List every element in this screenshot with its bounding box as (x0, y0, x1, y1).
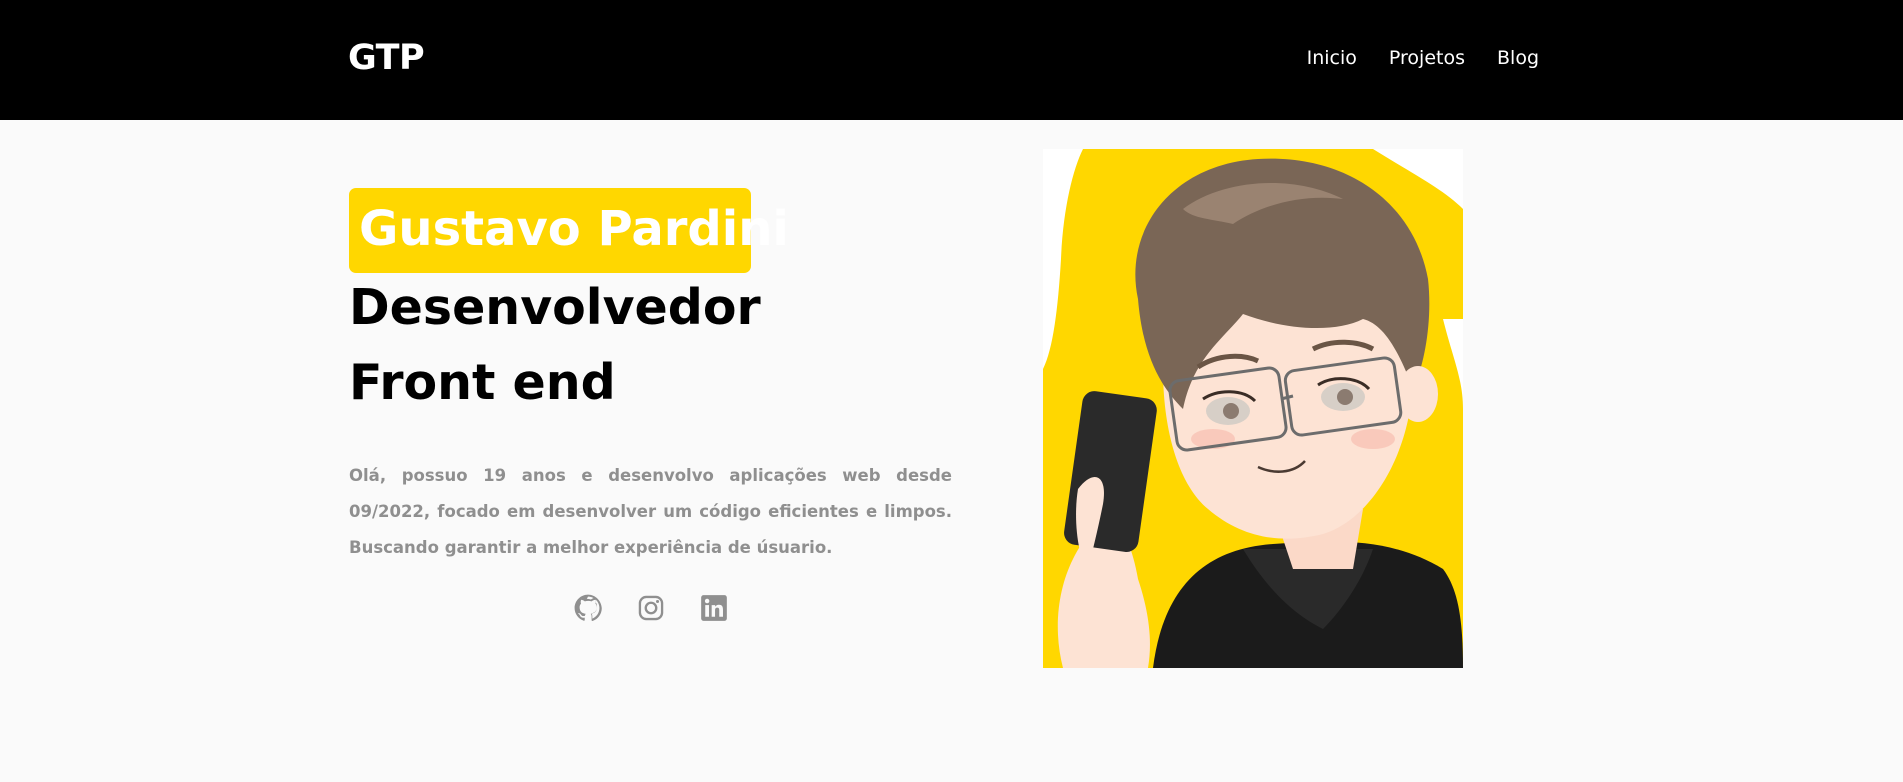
nav-link-blog[interactable]: Blog (1497, 47, 1539, 69)
hero-role-line1: Desenvolvedor (349, 279, 761, 336)
nav-link-inicio[interactable]: Inicio (1307, 47, 1357, 69)
instagram-link[interactable] (637, 594, 665, 622)
github-link[interactable] (574, 594, 602, 622)
github-icon (574, 594, 602, 621)
profile-illustration (1043, 149, 1463, 668)
hero-role-line2: Front end (349, 354, 616, 411)
name-highlight: Gustavo Pardini (349, 188, 789, 273)
linkedin-icon (701, 595, 727, 621)
main-nav: Inicio Projetos Blog (1307, 47, 1539, 69)
hero-description: Olá, possuo 19 anos e desenvolvo aplicaç… (349, 466, 952, 557)
nav-link-projetos[interactable]: Projetos (1389, 47, 1465, 69)
instagram-icon (638, 595, 664, 621)
hero-name: Gustavo Pardini (359, 201, 789, 257)
avatar-illustration (1043, 149, 1463, 668)
site-logo[interactable]: GTP (348, 38, 425, 78)
social-links (574, 594, 728, 622)
site-header: GTP Inicio Projetos Blog (0, 0, 1903, 120)
linkedin-link[interactable] (700, 594, 728, 622)
